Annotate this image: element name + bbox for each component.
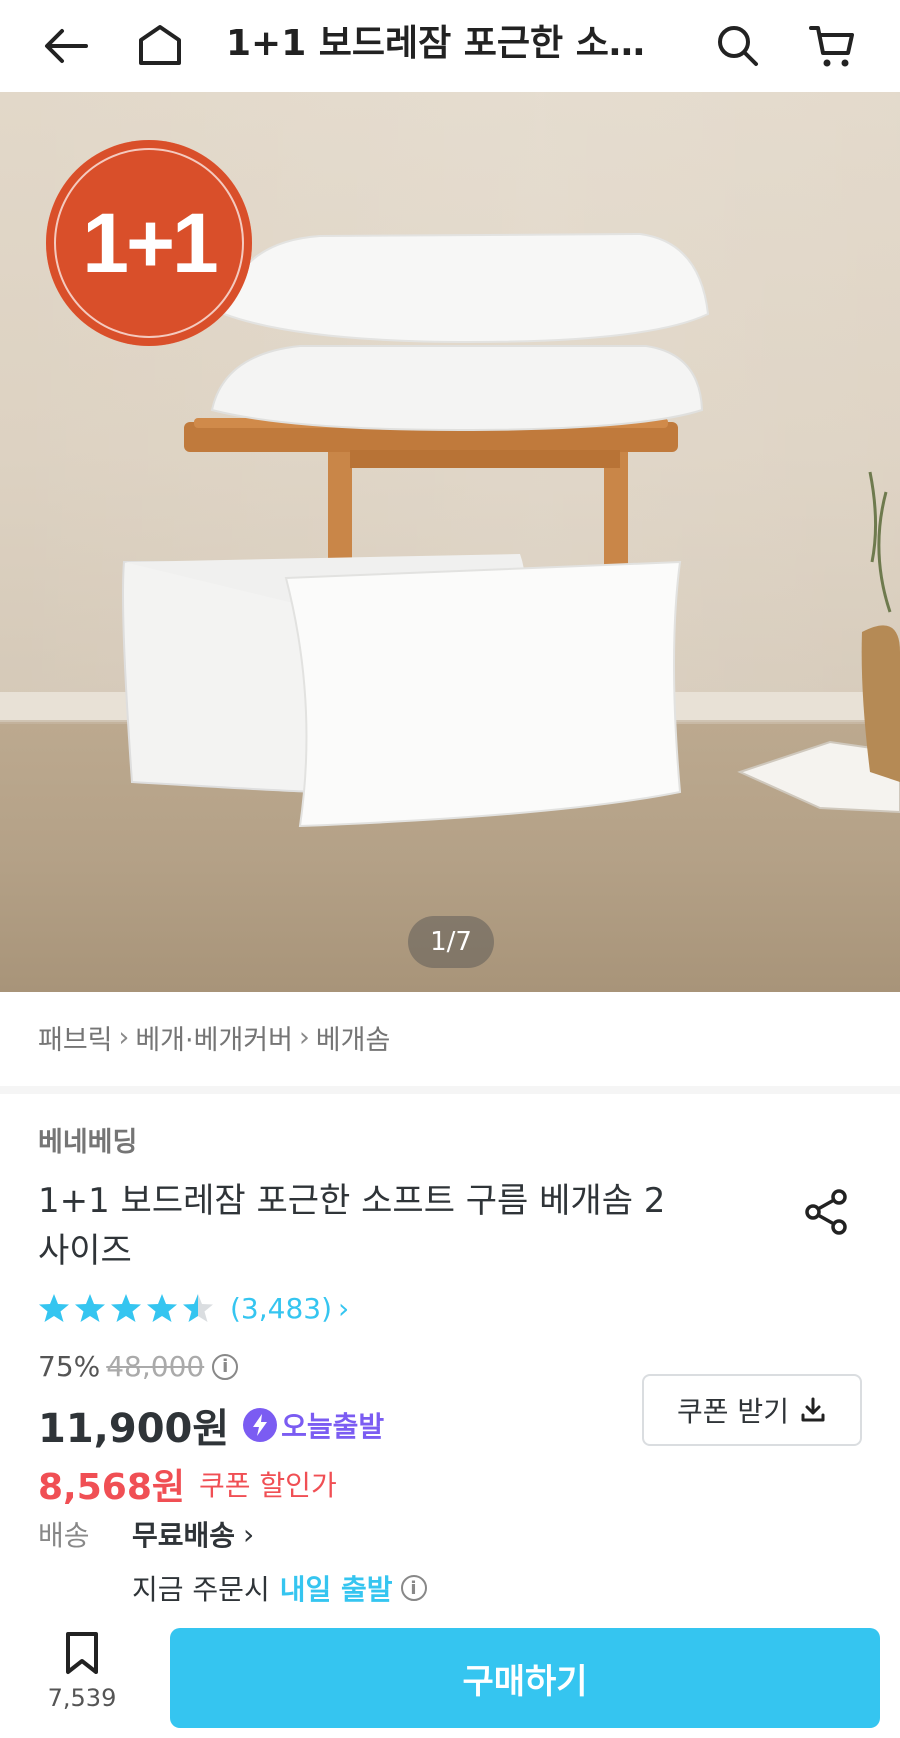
today-shipping-badge: 오늘출발 (243, 1405, 384, 1445)
coupon-price-row: 8,568원 쿠폰 할인가 (38, 1458, 337, 1510)
bookmark-count: 7,539 (47, 1684, 117, 1712)
bottom-action-bar: 7,539 구매하기 (0, 1620, 900, 1738)
cart-icon[interactable] (800, 14, 864, 78)
info-icon[interactable]: i (212, 1353, 239, 1380)
coupon-price: 8,568원 (38, 1467, 185, 1508)
shipping-value: 무료배송 (132, 1519, 236, 1552)
discount-row: 75% 48,000 i (38, 1350, 239, 1383)
price-row: 11,900원 오늘출발 (38, 1396, 384, 1454)
share-icon[interactable] (796, 1182, 856, 1242)
shipping-eta-prefix: 지금 주문시 (132, 1573, 270, 1606)
breadcrumb-item-pillow-insert[interactable]: 베개솜 (316, 1018, 391, 1057)
back-arrow-icon[interactable] (34, 14, 98, 78)
page-title: 1+1 보드레잠 포근한 소프… (226, 23, 646, 64)
breadcrumb-item-fabric[interactable]: 패브릭 (38, 1018, 113, 1057)
bookmark-icon (66, 1632, 98, 1674)
home-icon[interactable] (128, 14, 192, 78)
image-counter: 1/7 (408, 916, 494, 968)
shipping-row[interactable]: 배송 무료배송 › (38, 1514, 254, 1554)
info-icon[interactable]: i (400, 1575, 427, 1601)
one-plus-one-badge: 1+1 (46, 140, 252, 346)
breadcrumb: 패브릭 › 베개·베개커버 › 베개솜 (38, 1018, 390, 1057)
star-rating-icon (39, 1294, 213, 1322)
coupon-download-button[interactable]: 쿠폰 받기 (642, 1374, 862, 1446)
breadcrumb-item-pillow[interactable]: 베개·베개커버 (135, 1018, 293, 1057)
chevron-right-icon: › (298, 1022, 310, 1053)
brand-name[interactable]: 베네베딩 (38, 1120, 137, 1159)
shipping-eta: 지금 주문시 내일 출발 i (132, 1568, 427, 1608)
bookmark-button[interactable]: 7,539 (40, 1630, 124, 1712)
top-app-bar: 1+1 보드레잠 포근한 소프… (0, 0, 900, 92)
sale-price: 11,900원 (38, 1406, 230, 1452)
chevron-right-icon: › (243, 1517, 255, 1551)
chevron-right-icon: › (118, 1022, 130, 1053)
shipping-eta-highlight: 내일 출발 (279, 1573, 393, 1606)
lightning-icon (243, 1408, 278, 1442)
download-icon (801, 1397, 825, 1422)
rating-summary[interactable]: (3,483) › (38, 1290, 349, 1326)
discount-rate: 75% (38, 1350, 101, 1383)
chevron-right-icon: › (338, 1291, 350, 1325)
buy-button[interactable]: 구매하기 (170, 1628, 880, 1728)
original-price: 48,000 (106, 1350, 205, 1383)
coupon-price-label: 쿠폰 할인가 (199, 1469, 337, 1502)
product-image-carousel[interactable]: 1+1 1/7 (0, 92, 900, 992)
review-count: (3,483) (230, 1291, 333, 1325)
search-icon[interactable] (706, 14, 770, 78)
section-divider (0, 1086, 900, 1094)
shipping-label: 배송 (38, 1519, 90, 1552)
product-title: 1+1 보드레잠 포근한 소프트 구름 베개솜 2사이즈 (38, 1181, 666, 1271)
